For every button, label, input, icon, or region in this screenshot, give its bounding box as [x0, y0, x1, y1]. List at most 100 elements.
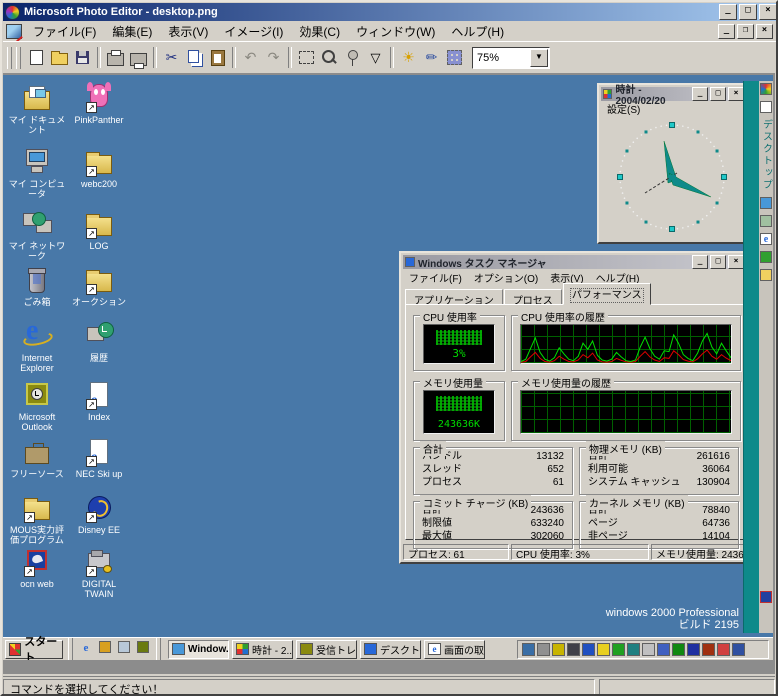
new-button[interactable] [25, 46, 48, 69]
menu-window[interactable]: ウィンドウ(W) [348, 21, 443, 42]
menu-file[interactable]: ファイル(F) [25, 21, 104, 42]
desktop-icon-index[interactable]: ↗ Index [69, 380, 129, 422]
tray-modem-icon[interactable] [522, 643, 535, 656]
tray-security-icon[interactable] [702, 643, 715, 656]
desktop-icon-free-source[interactable]: フリーソース [7, 437, 67, 479]
clock-menu-settings[interactable]: 設定(S) [601, 101, 646, 116]
print-button[interactable] [104, 46, 127, 69]
toolbar-grip[interactable] [7, 47, 12, 69]
maximize-button[interactable]: □ [739, 4, 757, 20]
stamp-button[interactable] [443, 46, 466, 69]
tray-tv-icon[interactable] [687, 643, 700, 656]
taskbar-button-inbox[interactable]: 受信トレイ.. [296, 640, 357, 659]
media-icon[interactable] [760, 591, 772, 603]
desktop-icon-nec-skiup[interactable]: ↗ NEC Ski up [69, 437, 129, 479]
tray-pen-icon[interactable] [642, 643, 655, 656]
refresh-icon[interactable] [760, 251, 772, 263]
tray-volume-icon[interactable] [552, 643, 565, 656]
menu-edit[interactable]: 編集(E) [104, 21, 160, 42]
taskmgr-menu-file[interactable]: ファイル(F) [403, 270, 468, 285]
tray-users-icon[interactable] [657, 643, 670, 656]
toolbar: ✂ ↶ ↷ ▽ ☀ ✏ 75% ▼ [3, 41, 777, 73]
menu-effects[interactable]: 効果(C) [291, 21, 348, 42]
taskbar-button-clock[interactable]: 時計 - 2.. [232, 640, 293, 659]
undo-button[interactable]: ↶ [239, 46, 262, 69]
quicklaunch-ie-icon[interactable]: e [78, 641, 94, 657]
desktop-icon-log[interactable]: ↗ LOG [69, 209, 129, 251]
zoom-combobox[interactable]: 75% ▼ [472, 47, 550, 69]
toolbar-app-icon[interactable] [760, 83, 772, 95]
pencil-button[interactable]: ✏ [420, 46, 443, 69]
balloon-tool-button[interactable] [341, 46, 364, 69]
clock-maximize-button[interactable]: □ [710, 87, 726, 101]
taskmgr-title: Windows タスク マネージャ [418, 255, 547, 270]
desktop-icon-my-documents[interactable]: マイ ドキュメント [7, 83, 67, 135]
taskmgr-minimize-button[interactable]: _ [692, 255, 708, 269]
status-cpu: CPU 使用率: 3% [511, 544, 649, 560]
doc-minimize-button[interactable]: _ [718, 24, 735, 39]
desktop-icon-recycle-bin[interactable]: ごみ箱 [7, 265, 67, 307]
tray-display-icon[interactable] [567, 643, 580, 656]
filter-tool-button[interactable]: ▽ [364, 46, 387, 69]
taskbar-button-taskmgr[interactable]: Window... [168, 640, 229, 659]
save-button[interactable] [71, 46, 94, 69]
tray-power-icon[interactable] [597, 643, 610, 656]
clock-close-button[interactable]: × [728, 87, 744, 101]
desktop-icon-disney-ee[interactable]: ↗ Disney EE [69, 493, 129, 535]
redo-button[interactable]: ↷ [262, 46, 285, 69]
tray-chart-icon[interactable] [672, 643, 685, 656]
taskbar-button-desktop[interactable]: デスクトップ [360, 640, 421, 659]
scan-button[interactable] [127, 46, 150, 69]
document-icon[interactable] [6, 24, 22, 39]
folder-icon[interactable] [760, 269, 772, 281]
desktop-icon-digital-twain[interactable]: ↗ DIGITAL TWAIN [69, 547, 129, 599]
tab-performance[interactable]: パフォーマンス [563, 283, 651, 305]
tray-norton-icon[interactable] [732, 643, 745, 656]
copy-button[interactable] [183, 46, 206, 69]
tray-tablet-icon[interactable] [537, 643, 550, 656]
start-button[interactable]: スタート [5, 640, 63, 659]
zoom-dropdown-button[interactable]: ▼ [530, 49, 548, 67]
tray-traffic-icon[interactable] [717, 643, 730, 656]
zoom-tool-button[interactable] [318, 46, 341, 69]
desktop-icon-history[interactable]: 履歴 [69, 321, 129, 363]
photo-editor-window: Microsoft Photo Editor - desktop.png _ □… [0, 0, 778, 696]
paste-button[interactable] [206, 46, 229, 69]
desktop-icon-internet-explorer[interactable]: Internet Explorer [7, 321, 67, 373]
taskbar-button-capture[interactable]: e 画面の取.. [424, 640, 485, 659]
my-network-icon[interactable] [760, 215, 772, 227]
my-computer-icon[interactable] [760, 197, 772, 209]
status-bar: コマンドを選択してください！ [3, 676, 775, 695]
cut-button[interactable]: ✂ [160, 46, 183, 69]
ie-icon[interactable]: e [760, 233, 772, 245]
desktop-icon-webc200[interactable]: ↗ webc200 [69, 147, 129, 189]
notes-icon[interactable] [760, 101, 772, 113]
desktop-icon-pinkpanther[interactable]: ↗ PinkPanther [69, 83, 129, 125]
menu-view[interactable]: 表示(V) [160, 21, 216, 42]
taskmgr-menu-options[interactable]: オプション(O) [468, 270, 544, 285]
brightness-button[interactable]: ☀ [397, 46, 420, 69]
desktop-icon-auction[interactable]: ↗ オークション [69, 265, 129, 307]
taskmgr-close-button[interactable]: × [728, 255, 744, 269]
menu-image[interactable]: イメージ(I) [216, 21, 291, 42]
tray-network-icon[interactable] [582, 643, 595, 656]
doc-close-button[interactable]: × [756, 24, 773, 39]
tray-refresh-icon[interactable] [612, 643, 625, 656]
select-button[interactable] [295, 46, 318, 69]
mem-usage-group: メモリ使用量 243636K [413, 381, 505, 441]
desktop-icon-ocn-web[interactable]: ↗ ocn web [7, 547, 67, 589]
desktop-icon-microsoft-outlook[interactable]: Microsoft Outlook [7, 380, 67, 432]
desktop-icon-my-computer[interactable]: マイ コンピュータ [7, 147, 67, 199]
minimize-button[interactable]: _ [719, 4, 737, 20]
open-button[interactable] [48, 46, 71, 69]
menu-help[interactable]: ヘルプ(H) [443, 21, 512, 42]
desktop-icon-mous-program[interactable]: ↗ MOUS実力評価プログラム [7, 493, 67, 545]
close-button[interactable]: × [759, 4, 777, 20]
desktop-icon-my-network[interactable]: マイ ネットワーク [7, 209, 67, 261]
desktop-toolbar-handle[interactable] [743, 81, 760, 633]
taskmgr-maximize-button[interactable]: □ [710, 255, 726, 269]
doc-restore-button[interactable]: ❐ [737, 24, 754, 39]
tray-schedule-icon[interactable] [627, 643, 640, 656]
clock-minimize-button[interactable]: _ [692, 87, 708, 101]
status-memory: メモリ使用量: 243636 KB / 633240 KB [651, 544, 746, 560]
